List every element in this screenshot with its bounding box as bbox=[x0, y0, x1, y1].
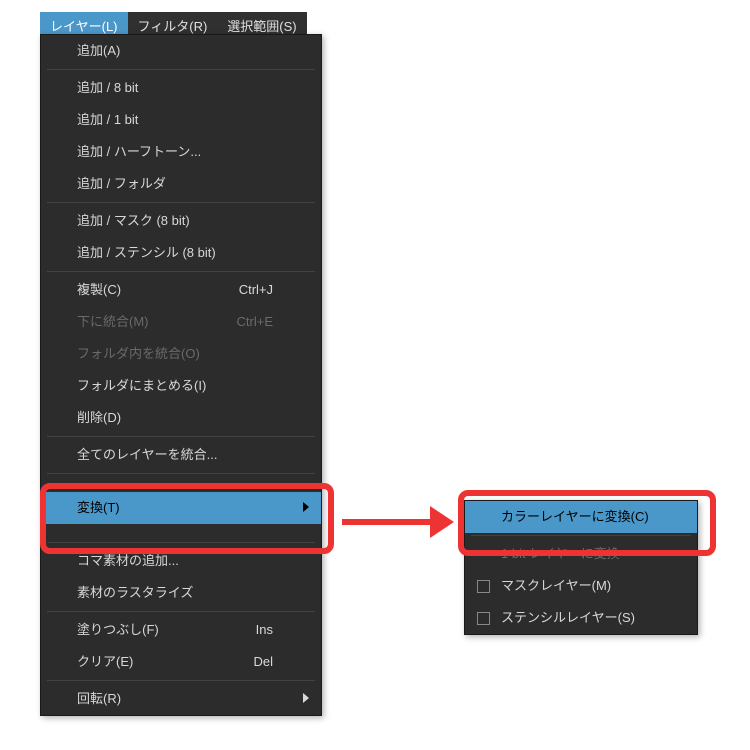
menu-separator bbox=[47, 202, 315, 203]
menu-item[interactable]: 追加 / ステンシル (8 bit) bbox=[41, 237, 321, 269]
menu-item: 下に統合(M)Ctrl+E bbox=[41, 306, 321, 338]
menu-separator bbox=[47, 436, 315, 437]
arrow-right-icon bbox=[342, 502, 462, 542]
menu-item[interactable]: 素材のラスタライズ bbox=[41, 577, 321, 609]
layer-menu-dropdown: 追加(A)追加 / 8 bit追加 / 1 bit追加 / ハーフトーン...追… bbox=[40, 34, 322, 716]
submenu-arrow-icon bbox=[303, 502, 309, 512]
menu-shortcut: Ins bbox=[256, 614, 273, 646]
menu-separator bbox=[471, 535, 691, 536]
checkbox-icon bbox=[477, 580, 490, 593]
menu-item[interactable]: 追加 / ハーフトーン... bbox=[41, 136, 321, 168]
menu-item[interactable]: コマ素材の追加... bbox=[41, 545, 321, 577]
menu-item[interactable]: 追加 / マスク (8 bit) bbox=[41, 205, 321, 237]
menu-separator bbox=[47, 611, 315, 612]
menu-item-clipped bbox=[41, 524, 321, 540]
menu-item[interactable]: 塗りつぶし(F)Ins bbox=[41, 614, 321, 646]
menu-item[interactable]: 追加 / 8 bit bbox=[41, 72, 321, 104]
submenu-item[interactable]: ステンシルレイヤー(S) bbox=[465, 602, 697, 634]
menu-item[interactable]: クリア(E)Del bbox=[41, 646, 321, 678]
menu-item[interactable]: 回転(R) bbox=[41, 683, 321, 715]
submenu-arrow-icon bbox=[303, 693, 309, 703]
submenu-item: 1 bit レイヤーに変換 bbox=[465, 538, 697, 570]
menu-separator bbox=[47, 542, 315, 543]
submenu-item[interactable]: カラーレイヤーに変換(C) bbox=[465, 501, 697, 533]
menu-item[interactable]: 追加 / フォルダ bbox=[41, 168, 321, 200]
menu-item[interactable]: 複製(C)Ctrl+J bbox=[41, 274, 321, 306]
menu-item-clipped bbox=[41, 476, 321, 492]
menu-separator bbox=[47, 69, 315, 70]
convert-submenu: カラーレイヤーに変換(C) 1 bit レイヤーに変換マスクレイヤー(M)ステンシ… bbox=[464, 500, 698, 635]
checkbox-icon bbox=[477, 612, 490, 625]
menu-separator bbox=[47, 680, 315, 681]
menu-item[interactable]: 追加 / 1 bit bbox=[41, 104, 321, 136]
menu-item[interactable]: 削除(D) bbox=[41, 402, 321, 434]
menu-item[interactable]: 追加(A) bbox=[41, 35, 321, 67]
menu-item[interactable]: 全てのレイヤーを統合... bbox=[41, 439, 321, 471]
menu-shortcut: Del bbox=[253, 646, 273, 678]
menu-item[interactable]: フォルダにまとめる(I) bbox=[41, 370, 321, 402]
menu-item[interactable]: 変換(T) bbox=[41, 492, 321, 524]
menu-item: フォルダ内を統合(O) bbox=[41, 338, 321, 370]
menu-separator bbox=[47, 473, 315, 474]
submenu-item[interactable]: マスクレイヤー(M) bbox=[465, 570, 697, 602]
menu-separator bbox=[47, 271, 315, 272]
menu-shortcut: Ctrl+J bbox=[239, 274, 273, 306]
menu-shortcut: Ctrl+E bbox=[237, 306, 273, 338]
